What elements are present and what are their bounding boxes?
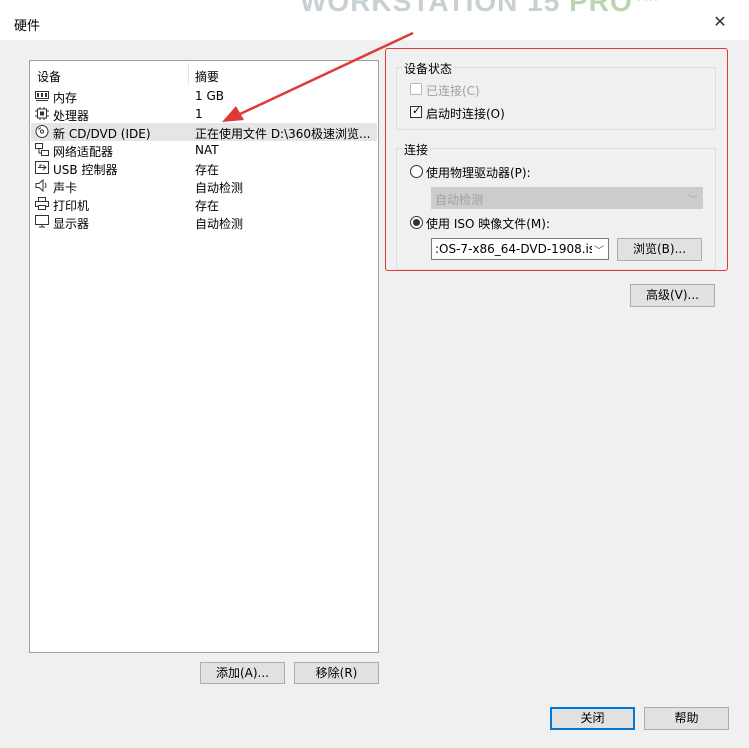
device-row-usb[interactable]: USB 控制器 存在 <box>31 159 377 177</box>
device-row-cpu[interactable]: 处理器 1 <box>31 105 377 123</box>
device-list-header: 设备 摘要 <box>30 61 378 86</box>
device-name: 处理器 <box>53 109 90 123</box>
device-name: 内存 <box>53 91 78 105</box>
connect-on-start-checkbox[interactable]: ✓ <box>410 104 422 118</box>
iso-file-combobox[interactable]: :OS-7-x86_64-DVD-1908.iso ﹀ <box>431 238 609 260</box>
chevron-down-icon: ﹀ <box>688 195 698 206</box>
device-summary: 自动检测 <box>195 217 244 231</box>
usb-icon <box>35 161 49 174</box>
close-icon[interactable]: ✕ <box>712 14 728 30</box>
remove-button[interactable]: 移除(R) <box>294 662 379 684</box>
device-summary: 正在使用文件 D:\360极速浏览... <box>195 127 371 141</box>
chevron-down-icon[interactable]: ﹀ <box>592 242 604 257</box>
device-row-printer[interactable]: 打印机 存在 <box>31 195 377 213</box>
device-status-title: 设备状态 <box>402 60 455 77</box>
close-button[interactable]: 关闭 <box>550 707 635 730</box>
memory-icon <box>35 91 49 101</box>
device-summary: NAT <box>195 143 219 157</box>
title-bar: WORKSTATION 15 PRO™ 硬件 ✕ <box>0 0 749 40</box>
radio-dot <box>413 219 420 226</box>
device-list[interactable]: 设备 摘要 内存 1 GB 处理器 1 新 CD/DVD (IDE) 正在使用文… <box>29 60 379 653</box>
device-summary: 存在 <box>195 199 220 213</box>
printer-icon <box>35 197 49 210</box>
iso-image-label: 使用 ISO 映像文件(M): <box>426 217 550 231</box>
device-summary: 1 GB <box>195 89 224 103</box>
advanced-button[interactable]: 高级(V)... <box>630 284 715 307</box>
monitor-icon <box>35 215 49 228</box>
iso-file-value: :OS-7-x86_64-DVD-1908.iso <box>435 242 603 256</box>
network-icon <box>35 143 49 156</box>
device-name: 打印机 <box>53 199 90 213</box>
cd-icon <box>35 125 49 138</box>
column-separator <box>188 63 189 85</box>
device-name: USB 控制器 <box>53 163 118 177</box>
physical-drive-select[interactable]: 自动检测 ﹀ <box>431 187 703 209</box>
device-row-memory[interactable]: 内存 1 GB <box>31 87 377 105</box>
browse-button[interactable]: 浏览(B)... <box>617 238 702 261</box>
watermark-pro-text: PRO™ <box>569 0 662 17</box>
device-summary: 存在 <box>195 163 220 177</box>
device-row-cd-dvd[interactable]: 新 CD/DVD (IDE) 正在使用文件 D:\360极速浏览... <box>31 123 377 141</box>
connected-checkbox[interactable] <box>410 83 422 95</box>
physical-drive-label: 使用物理驱动器(P): <box>426 166 531 180</box>
device-name: 显示器 <box>53 217 90 231</box>
connection-group: 连接 使用物理驱动器(P): 自动检测 ﹀ 使用 ISO 映像文件(M): :O… <box>396 141 716 270</box>
device-status-group: 设备状态 已连接(C) ✓ 启动时连接(O) <box>396 60 716 130</box>
add-button[interactable]: 添加(A)... <box>200 662 285 684</box>
checkmark-icon: ✓ <box>412 104 422 117</box>
workstation-watermark: WORKSTATION 15 PRO™ <box>300 0 662 18</box>
device-row-display[interactable]: 显示器 自动检测 <box>31 213 377 231</box>
help-button[interactable]: 帮助 <box>644 707 729 730</box>
cpu-icon <box>35 107 49 120</box>
column-header-device[interactable]: 设备 <box>37 68 61 85</box>
device-summary: 1 <box>195 107 203 121</box>
device-name: 声卡 <box>53 181 78 195</box>
connected-label: 已连接(C) <box>426 84 480 98</box>
iso-image-radio[interactable] <box>410 216 423 229</box>
window-title: 硬件 <box>14 19 41 34</box>
device-row-sound[interactable]: 声卡 自动检测 <box>31 177 377 195</box>
device-row-network[interactable]: 网络适配器 NAT <box>31 141 377 159</box>
device-name: 新 CD/DVD (IDE) <box>53 127 151 141</box>
connection-title: 连接 <box>402 141 431 158</box>
physical-drive-value: 自动检测 <box>435 193 484 207</box>
watermark-text: WORKSTATION 15 <box>300 0 570 17</box>
device-summary: 自动检测 <box>195 181 244 195</box>
connect-on-start-label: 启动时连接(O) <box>426 107 505 121</box>
physical-drive-radio[interactable] <box>410 165 423 178</box>
device-name: 网络适配器 <box>53 145 114 159</box>
speaker-icon <box>35 179 47 192</box>
column-header-summary[interactable]: 摘要 <box>195 68 219 85</box>
